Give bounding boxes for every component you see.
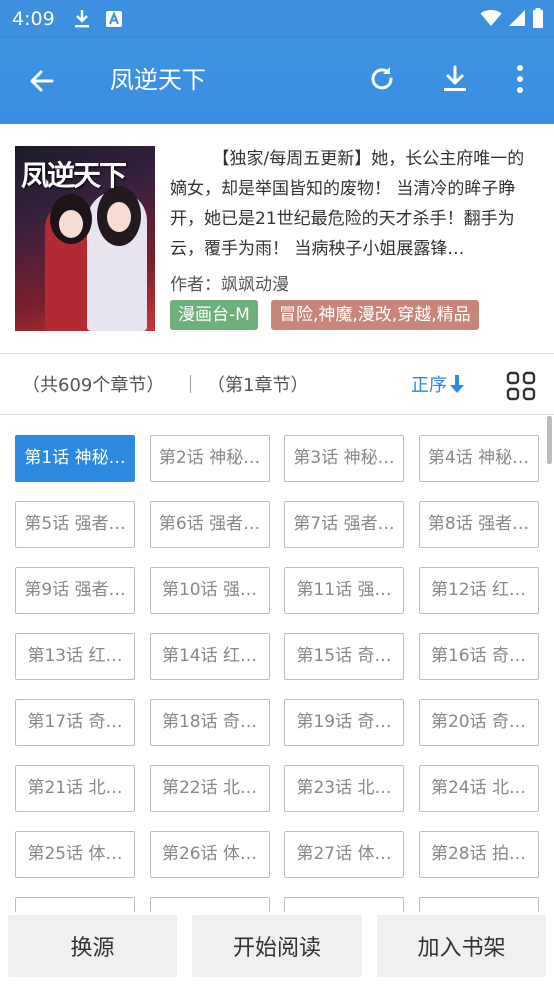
- chapter-item[interactable]: 第4话 神秘…: [418, 435, 539, 482]
- add-to-shelf-button[interactable]: 加入书架: [377, 915, 546, 977]
- wifi-icon: [480, 9, 502, 31]
- chapter-list: 第1话 神秘… 第2话 神秘… 第3话 神秘… 第4话 神秘… 第5话 强者… 第6话 强…: [0, 415, 554, 912]
- chapter-item[interactable]: 第2话 神秘…: [149, 435, 270, 482]
- chapter-grid: 第1话 神秘… 第2话 神秘… 第3话 神秘… 第4话 神秘… 第5话 强者… 第6话 强…: [15, 435, 539, 912]
- app-bar: 凤逆天下: [0, 38, 554, 124]
- chapter-item[interactable]: 第17话 奇…: [15, 699, 135, 746]
- scrollbar[interactable]: [547, 416, 552, 464]
- sort-order-label: 正序: [411, 375, 447, 396]
- chapter-item[interactable]: [284, 897, 404, 912]
- chapter-item[interactable]: 第3话 神秘…: [284, 435, 404, 482]
- chapter-item[interactable]: 第22话 北…: [149, 765, 270, 812]
- chapter-item[interactable]: 第21话 北…: [15, 765, 135, 812]
- chapter-item[interactable]: 第28话 拍…: [418, 831, 539, 878]
- download-icon: [73, 9, 91, 29]
- chapter-item[interactable]: 第26话 体…: [149, 831, 270, 878]
- change-source-button[interactable]: 换源: [8, 915, 177, 977]
- chapter-item[interactable]: 第14话 红…: [149, 633, 270, 680]
- chapter-item[interactable]: 第9话 强者…: [15, 567, 135, 614]
- chapter-item[interactable]: [418, 897, 539, 912]
- divider: [190, 375, 191, 393]
- chapter-count: （共609个章节）: [22, 375, 165, 396]
- bottom-actions: 换源 开始阅读 加入书架: [0, 912, 554, 984]
- chapter-item[interactable]: 第12话 红…: [418, 567, 539, 614]
- chapter-item[interactable]: 第1话 神秘…: [15, 435, 135, 482]
- status-bar: 4:09: [0, 0, 554, 38]
- current-chapter[interactable]: （第1章节）: [207, 371, 308, 397]
- chapter-item[interactable]: 第25话 体…: [15, 831, 135, 878]
- book-info: 凤逆天下 【独家/每周五更新】她，长公主府唯一的嫡女，却是举国皆知的废物！ 当清…: [0, 124, 554, 354]
- chapter-item[interactable]: [15, 897, 135, 912]
- chapter-item[interactable]: 第15话 奇…: [284, 633, 404, 680]
- chapter-item[interactable]: 第23话 北…: [284, 765, 404, 812]
- book-author: 作者：飒飒动漫: [170, 275, 289, 295]
- book-cover[interactable]: 凤逆天下: [15, 146, 155, 331]
- cover-title: 凤逆天下: [21, 159, 127, 192]
- more-vert-icon[interactable]: [510, 62, 530, 96]
- cover-figure: [59, 210, 83, 238]
- sort-order-button[interactable]: 正序: [411, 371, 465, 397]
- genre-tag: 冒险,神魔,漫改,穿越,精品: [271, 300, 479, 330]
- chapter-item[interactable]: 第5话 强者…: [15, 501, 135, 548]
- chapter-toolbar: （共609个章节） （第1章节） 正序: [0, 354, 554, 414]
- page-title: 凤逆天下: [110, 66, 206, 94]
- chapter-item[interactable]: 第27话 体…: [284, 831, 404, 878]
- chapter-item[interactable]: 第11话 强…: [284, 567, 404, 614]
- chapter-item[interactable]: 第6话 强者…: [149, 501, 270, 548]
- start-reading-button[interactable]: 开始阅读: [192, 915, 362, 977]
- chapter-item[interactable]: 第20话 奇…: [418, 699, 539, 746]
- chapter-item[interactable]: 第16话 奇…: [418, 633, 539, 680]
- refresh-icon[interactable]: [367, 64, 397, 94]
- chapter-item[interactable]: 第13话 红…: [15, 633, 135, 680]
- app-a-icon: [105, 10, 123, 28]
- source-tag: 漫画台-M: [170, 300, 258, 330]
- signal-icon: [508, 9, 526, 31]
- chapter-item[interactable]: 第7话 强者…: [284, 501, 404, 548]
- chapter-item[interactable]: 第18话 奇…: [149, 699, 270, 746]
- back-arrow-icon[interactable]: [26, 65, 58, 97]
- chapter-item[interactable]: 第24话 北…: [418, 765, 539, 812]
- grid-icon[interactable]: [506, 371, 536, 401]
- chapter-item[interactable]: 第8话 强者…: [418, 501, 539, 548]
- battery-icon: [532, 8, 544, 32]
- arrow-down-icon: [449, 374, 465, 394]
- chapter-item[interactable]: 第10话 强…: [149, 567, 270, 614]
- cover-figure: [107, 202, 131, 232]
- chapter-item[interactable]: 第19话 奇…: [284, 699, 404, 746]
- status-time: 4:09: [12, 8, 55, 30]
- book-description: 【独家/每周五更新】她，长公主府唯一的嫡女，却是举国皆知的废物！ 当清冷的眸子睁…: [170, 149, 525, 259]
- chapter-item[interactable]: [149, 897, 270, 912]
- download-icon[interactable]: [440, 64, 470, 94]
